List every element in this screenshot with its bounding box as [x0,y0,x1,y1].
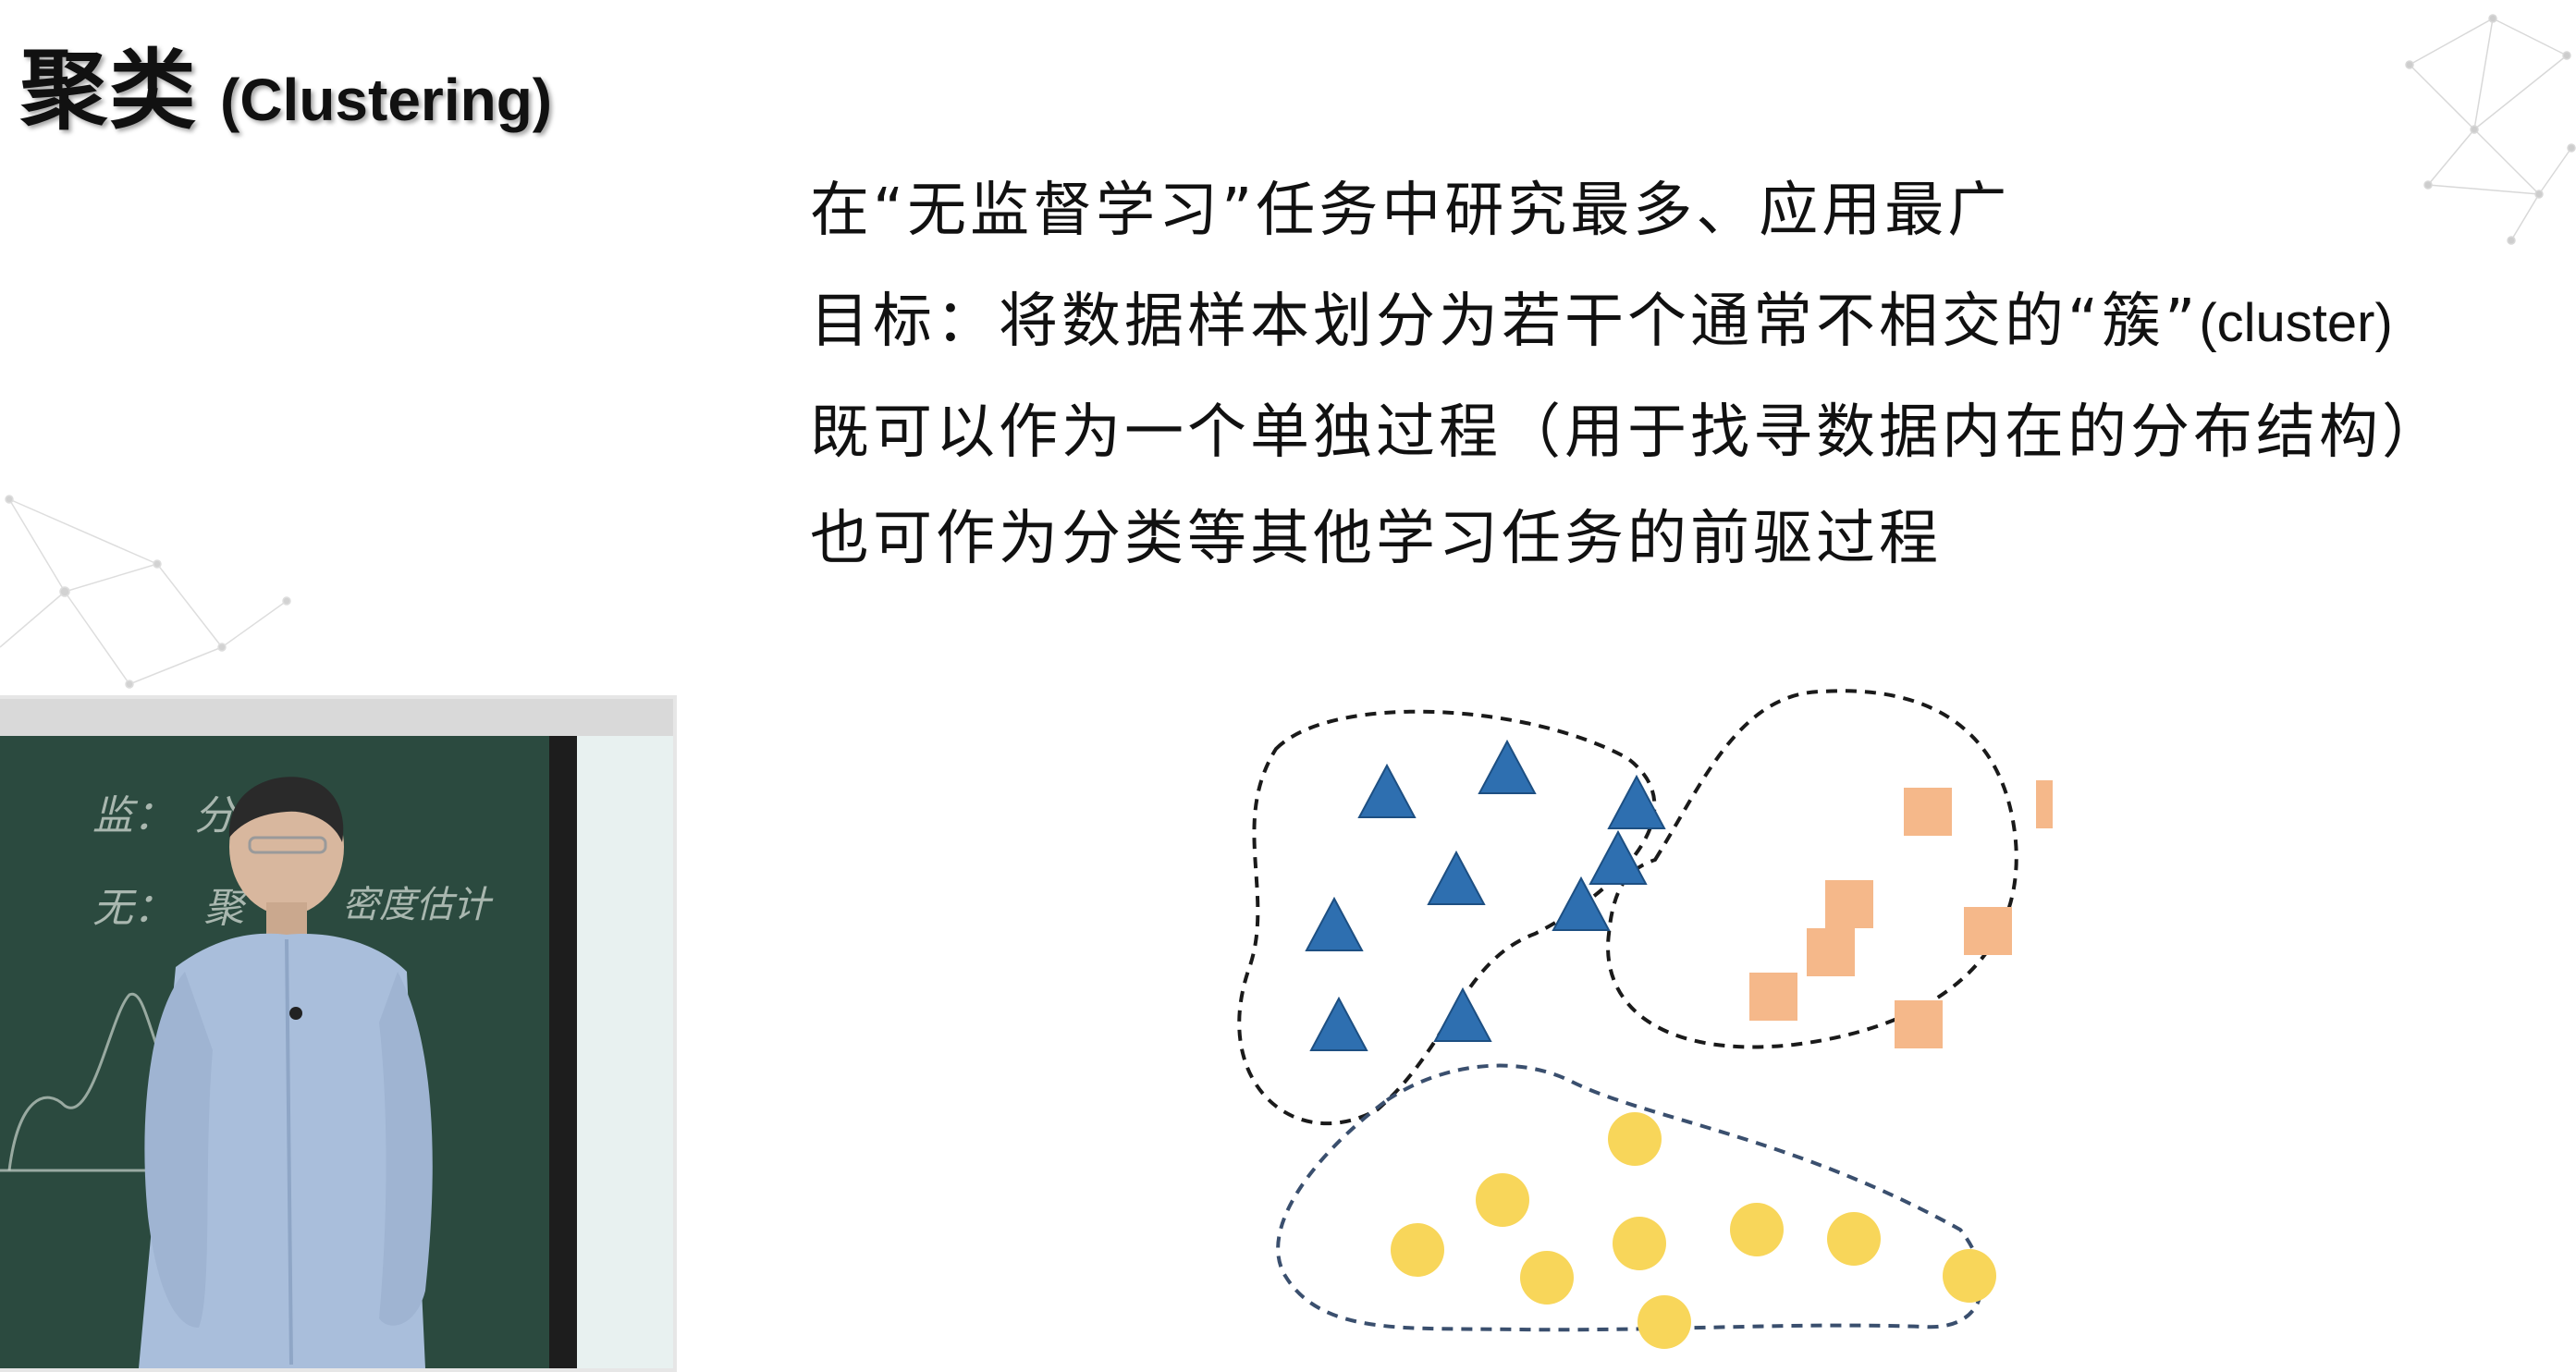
title-chinese: 聚类 [20,41,199,141]
circle-point [1391,1223,1444,1277]
cluster-points [1305,739,2053,1349]
wall [577,736,673,1368]
title-english: (Clustering) [220,67,553,133]
bullet-text: 在“无监督学习”任务中研究最多、应用最广 [810,177,2011,245]
bullet-item: 在“无监督学习”任务中研究最多、应用最广 [810,155,2445,266]
chalkboard-frame [549,736,577,1368]
triangle-point [1607,774,1666,829]
circle-point [1520,1251,1574,1305]
video-ceiling [0,699,673,736]
bullet-text: 既可以作为一个单独过程（用于找寻数据内在的分布结构） [810,398,2445,467]
bullet-item: 既可以作为一个单独过程（用于找寻数据内在的分布结构） [810,377,2445,488]
cluster-outline-squares [1606,689,2018,1049]
bullet-item: 也可作为分类等其他学习任务的前驱过程 [810,488,2445,590]
circle-point [1476,1173,1529,1227]
slide-title: 聚类 (Clustering) [20,20,552,146]
bullet-text: 也可作为分类等其他学习任务的前驱过程 [810,505,1942,573]
cluster-diagram [1237,689,2053,1349]
bullet-item: 目标：将数据样本划分为若干个通常不相交的“簇”(cluster) [810,266,2445,377]
square-point [1825,880,1873,928]
lecture-video[interactable]: 监： 分 无： 聚 密度估计 [0,695,677,1372]
bullet-list: 在“无监督学习”任务中研究最多、应用最广 目标：将数据样本划分为若干个通常不相交… [810,155,2445,590]
square-point [1807,928,1855,976]
bullet-text: 目标：将数据样本划分为若干个通常不相交的“簇” [810,288,2200,356]
triangle-point [1427,850,1486,905]
triangle-point [1552,876,1611,931]
circle-point [1613,1217,1666,1270]
circle-point [1638,1295,1691,1349]
triangle-point [1589,829,1648,885]
lecturer-icon [139,777,433,1368]
circle-point [1943,1249,1996,1303]
circle-point [1827,1212,1881,1266]
square-point [1749,973,1797,1021]
square-point [2036,780,2053,828]
network-decoration-icon [0,495,291,689]
square-point [1895,1000,1943,1048]
circle-point [1608,1112,1662,1166]
triangle-point [1305,896,1364,951]
triangle-point [1433,986,1492,1042]
square-point [1904,788,1952,836]
bullet-english-term: (cluster) [2199,293,2393,353]
triangle-point [1309,996,1368,1051]
triangle-point [1357,763,1417,818]
square-point [1964,907,2012,955]
circle-point [1730,1203,1784,1256]
triangle-point [1478,739,1537,794]
